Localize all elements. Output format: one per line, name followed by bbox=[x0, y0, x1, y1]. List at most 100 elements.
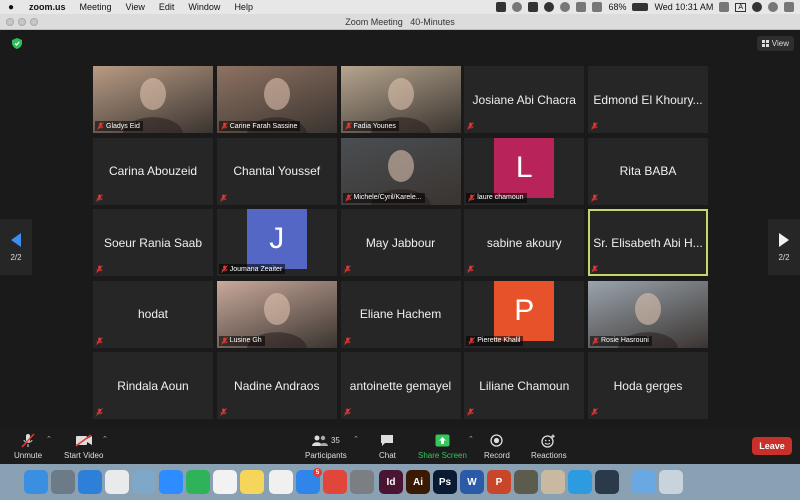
dock-itunes-icon[interactable] bbox=[269, 470, 293, 494]
security-shield-icon[interactable] bbox=[12, 38, 22, 49]
dock-word-icon[interactable]: W bbox=[460, 470, 484, 494]
dock-zoom-icon[interactable] bbox=[159, 470, 183, 494]
participant-tile[interactable]: Llaure chamoun bbox=[464, 137, 585, 205]
status-app-icon[interactable] bbox=[496, 2, 507, 12]
bluetooth-icon[interactable] bbox=[576, 2, 587, 12]
leave-button[interactable]: Leave bbox=[752, 437, 792, 455]
unmute-button[interactable]: Unmute bbox=[14, 433, 42, 460]
muted-microphone-icon bbox=[591, 193, 598, 202]
participant-tile[interactable]: Sr. Elisabeth Abi H... bbox=[588, 209, 708, 276]
dock-preview-icon[interactable] bbox=[132, 470, 156, 494]
participant-tile[interactable]: J Joumana Zeaiter bbox=[216, 209, 337, 276]
dock-finder-icon[interactable] bbox=[24, 470, 48, 494]
participant-tile[interactable]: Lusine Gh bbox=[216, 280, 337, 348]
participant-tile[interactable]: May Jabbour bbox=[340, 209, 461, 276]
dock-game-icon[interactable] bbox=[514, 470, 538, 494]
participant-tile[interactable]: Hoda gerges bbox=[588, 352, 708, 419]
dock-photo-app-icon[interactable] bbox=[541, 470, 565, 494]
battery-icon[interactable] bbox=[632, 3, 649, 11]
participant-tile[interactable]: Josiane Abi Chacra bbox=[464, 66, 585, 133]
status-clock-icon[interactable] bbox=[560, 2, 571, 12]
dock-photoshop-icon[interactable]: Ps bbox=[433, 470, 457, 494]
record-button[interactable]: Record bbox=[484, 433, 510, 460]
participant-tile[interactable]: Chantal Youssef bbox=[216, 137, 337, 205]
participant-tile[interactable]: Soeur Rania Saab bbox=[93, 209, 213, 276]
menu-clock[interactable]: Wed 10:31 AM bbox=[654, 2, 713, 12]
dock-folder-icon[interactable] bbox=[632, 470, 656, 494]
participant-name-label: Fadia Younes bbox=[342, 121, 399, 131]
muted-microphone-icon bbox=[220, 336, 228, 345]
menu-app-name[interactable]: zoom.us bbox=[22, 2, 73, 12]
participant-tile[interactable]: sabine akoury bbox=[464, 209, 585, 276]
minimize-window-icon[interactable] bbox=[18, 18, 26, 26]
muted-microphone-icon bbox=[343, 408, 351, 416]
dock-chrome-icon[interactable] bbox=[105, 470, 129, 494]
dock-anydesk-icon[interactable] bbox=[323, 470, 347, 494]
dock-trash-icon[interactable] bbox=[659, 470, 683, 494]
video-off-icon bbox=[75, 433, 93, 448]
participant-name: Carine Farah Sassine bbox=[229, 122, 298, 130]
apple-menu-icon[interactable]: ● bbox=[0, 2, 22, 13]
participant-tile[interactable]: antoinette gemayel bbox=[340, 352, 461, 419]
user-icon[interactable] bbox=[719, 2, 730, 12]
participant-tile[interactable]: Fadia Younes bbox=[340, 66, 461, 133]
dock-facetime-icon[interactable] bbox=[186, 470, 210, 494]
dock-photos-icon[interactable] bbox=[213, 470, 237, 494]
participant-tile[interactable]: Carine Farah Sassine bbox=[216, 66, 337, 133]
audio-options-caret-icon[interactable]: ⌃ bbox=[46, 435, 52, 443]
dock-indesign-icon[interactable]: Id bbox=[379, 470, 403, 494]
avatar-letter: J bbox=[269, 222, 285, 255]
menu-view[interactable]: View bbox=[119, 2, 152, 12]
dock-notes-icon[interactable] bbox=[240, 470, 264, 494]
participant-tile[interactable]: Rindala Aoun bbox=[93, 352, 213, 419]
dock-illustrator-icon[interactable]: Ai bbox=[406, 470, 430, 494]
notification-center-icon[interactable] bbox=[784, 2, 794, 12]
participant-tile[interactable]: Rita BABA bbox=[588, 137, 708, 205]
reactions-button[interactable]: Reactions bbox=[531, 433, 567, 460]
participant-tile[interactable]: Liliane Chamoun bbox=[464, 352, 585, 419]
participant-tile[interactable]: Michele/Cyril/Karele... bbox=[340, 137, 461, 205]
participant-name: Rosie Hasrouni bbox=[601, 337, 649, 344]
participant-tile[interactable]: P Pierette Khalil bbox=[464, 280, 585, 348]
muted-microphone-icon bbox=[219, 193, 227, 202]
dock-quicktime-icon[interactable] bbox=[595, 470, 619, 494]
menu-window[interactable]: Window bbox=[181, 2, 227, 12]
share-screen-button[interactable]: Share Screen bbox=[418, 433, 467, 460]
dock-safari-icon[interactable] bbox=[78, 470, 102, 494]
status-gear-icon[interactable] bbox=[528, 2, 539, 12]
participant-tile[interactable]: Rosie Hasrouni bbox=[588, 280, 708, 348]
participant-tile[interactable]: Gladys Eid bbox=[93, 66, 213, 133]
dock-accessibility-icon[interactable] bbox=[568, 470, 592, 494]
close-window-icon[interactable] bbox=[6, 18, 14, 26]
participant-name: Joumana Zeaiter bbox=[229, 265, 283, 273]
video-options-caret-icon[interactable]: ⌃ bbox=[102, 435, 108, 443]
menu-help[interactable]: Help bbox=[227, 2, 260, 12]
participant-tile[interactable]: Nadine Andraos bbox=[216, 352, 337, 419]
chat-button[interactable]: Chat bbox=[379, 433, 396, 460]
start-video-button[interactable]: Start Video bbox=[64, 433, 103, 460]
input-source-indicator[interactable]: A bbox=[735, 2, 746, 12]
wifi-icon[interactable] bbox=[592, 2, 603, 12]
share-screen-caret-icon[interactable]: ⌃ bbox=[468, 435, 474, 443]
participants-caret-icon[interactable]: ⌃ bbox=[353, 435, 359, 443]
status-circle-icon[interactable] bbox=[512, 2, 523, 12]
participants-button[interactable]: 35 Participants bbox=[305, 433, 347, 460]
spotlight-search-icon[interactable] bbox=[752, 2, 762, 12]
menu-edit[interactable]: Edit bbox=[152, 2, 182, 12]
participant-tile[interactable]: Eliane Hachem bbox=[340, 280, 461, 348]
status-eye-icon[interactable] bbox=[544, 2, 555, 12]
dock-launchpad-icon[interactable] bbox=[51, 470, 75, 494]
view-button-label: View bbox=[771, 39, 789, 48]
participant-tile[interactable]: Carina Abouzeid bbox=[93, 137, 213, 205]
dock-powerpoint-icon[interactable]: P bbox=[487, 470, 511, 494]
previous-page-button[interactable]: 2/2 bbox=[0, 219, 32, 275]
participant-tile[interactable]: Edmond El Khoury... bbox=[588, 66, 708, 133]
zoom-window-icon[interactable] bbox=[30, 18, 38, 26]
siri-icon[interactable] bbox=[768, 2, 778, 12]
dock-appstore-icon[interactable]: 5 bbox=[296, 468, 322, 494]
participant-tile[interactable]: hodat bbox=[93, 280, 213, 348]
next-page-button[interactable]: 2/2 bbox=[768, 219, 800, 275]
view-button[interactable]: View bbox=[756, 36, 794, 51]
dock-settings-icon[interactable] bbox=[350, 470, 374, 494]
menu-meeting[interactable]: Meeting bbox=[73, 2, 119, 12]
